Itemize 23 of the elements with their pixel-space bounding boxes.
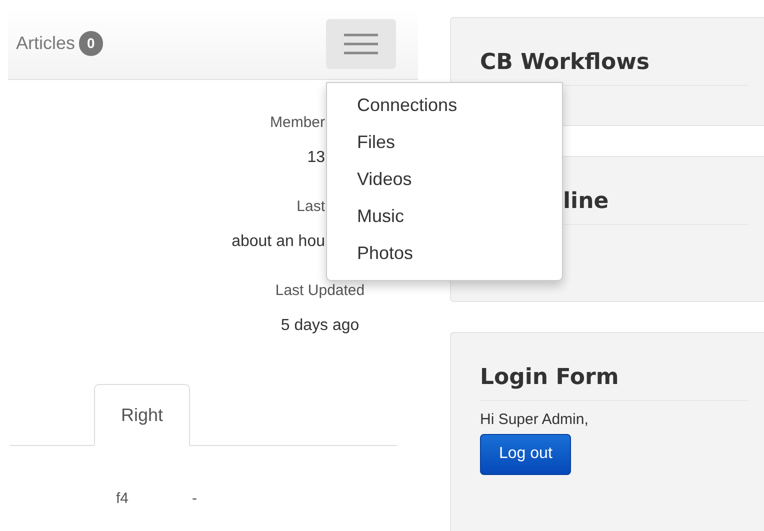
menu-item[interactable]: Files [327,129,562,166]
stat-value: 13 [306,148,325,168]
module-title: CB Workflows [480,49,650,77]
stat-value: 5 days ago [280,316,360,336]
stat-value: about an hou [230,232,325,252]
greeting-text: Hi Super Admin, [480,410,590,430]
stat-label: Member [268,113,325,133]
field-value: - [192,489,197,509]
menu-icon [344,32,378,54]
menu-button[interactable] [326,18,396,68]
module-title: Login Form [480,364,620,392]
menu-item[interactable]: Connections [327,92,562,129]
menu-item[interactable]: Music [327,203,562,240]
logout-button[interactable]: Log out [480,434,572,474]
stat-label: Last Updated [274,281,366,301]
field-label: f4 [116,489,130,509]
tab[interactable]: Right [94,384,190,446]
nav-label[interactable]: Articles [16,30,76,57]
stat-label: Last [296,197,325,217]
count-badge: 0 [79,31,103,56]
menu-item[interactable]: Videos [327,166,562,203]
menu-item[interactable]: Photos [327,240,562,277]
module-title: line [562,188,610,216]
